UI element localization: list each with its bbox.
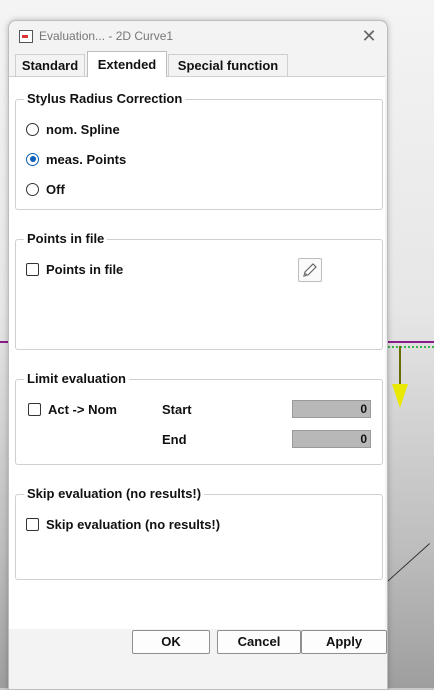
group-title: Skip evaluation (no results!) <box>24 486 205 501</box>
limit-evaluation-group: Limit evaluation Act -> Nom Start 0 End … <box>15 371 383 465</box>
group-title: Limit evaluation <box>24 371 129 386</box>
dialog-title: Evaluation... - 2D Curve1 <box>39 29 174 43</box>
viewport-arrow-stem <box>399 346 401 386</box>
radio-label: meas. Points <box>46 151 127 167</box>
ok-button[interactable]: OK <box>132 630 210 654</box>
viewport-point-markers <box>388 346 434 349</box>
group-title: Stylus Radius Correction <box>24 91 186 106</box>
end-field[interactable]: 0 <box>292 430 371 448</box>
end-label: End <box>162 432 187 447</box>
radio-button[interactable] <box>26 182 39 196</box>
apply-button[interactable]: Apply <box>301 630 387 654</box>
radio-nom-spline[interactable]: nom. Spline <box>26 120 120 138</box>
group-title: Points in file <box>24 231 108 246</box>
tab-extended[interactable]: Extended <box>87 51 167 77</box>
stylus-radius-correction-group: Stylus Radius Correction nom. Spline mea… <box>15 91 383 210</box>
radio-meas-points[interactable]: meas. Points <box>26 150 126 168</box>
cancel-button[interactable]: Cancel <box>217 630 301 654</box>
radio-off[interactable]: Off <box>26 180 65 198</box>
start-field[interactable]: 0 <box>292 400 371 418</box>
checkbox-label: Skip evaluation (no results!) <box>46 516 221 532</box>
act-nom-checkbox[interactable] <box>28 402 41 416</box>
close-button[interactable]: ✕ <box>359 26 379 46</box>
points-in-file-checkbox[interactable] <box>26 262 39 276</box>
dialog-titlebar[interactable]: Evaluation... - 2D Curve1 ✕ <box>9 21 387 51</box>
act-nom-checkbox-row[interactable]: Act -> Nom <box>28 400 117 418</box>
tab-standard[interactable]: Standard <box>15 54 85 77</box>
points-in-file-checkbox-row[interactable]: Points in file <box>26 260 123 278</box>
skip-evaluation-group: Skip evaluation (no results!) Skip evalu… <box>15 486 383 580</box>
radio-button-selected[interactable] <box>26 152 39 166</box>
tab-special-function[interactable]: Special function <box>168 54 288 77</box>
tab-panel-extended: Stylus Radius Correction nom. Spline mea… <box>9 76 385 629</box>
skip-evaluation-checkbox[interactable] <box>26 517 39 531</box>
evaluation-dialog: Evaluation... - 2D Curve1 ✕ Standard Ext… <box>8 20 388 690</box>
radio-button[interactable] <box>26 122 39 136</box>
checkbox-label: Points in file <box>46 261 124 277</box>
start-label: Start <box>162 402 192 417</box>
skip-evaluation-checkbox-row[interactable]: Skip evaluation (no results!) <box>26 515 220 533</box>
radio-label: Off <box>46 181 65 197</box>
points-in-file-group: Points in file Points in file <box>15 231 383 350</box>
pencil-icon[interactable] <box>298 258 322 282</box>
viewport-arrow-icon <box>392 384 408 408</box>
checkbox-label: Act -> Nom <box>48 401 117 417</box>
app-icon <box>19 30 33 43</box>
radio-label: nom. Spline <box>46 121 120 137</box>
